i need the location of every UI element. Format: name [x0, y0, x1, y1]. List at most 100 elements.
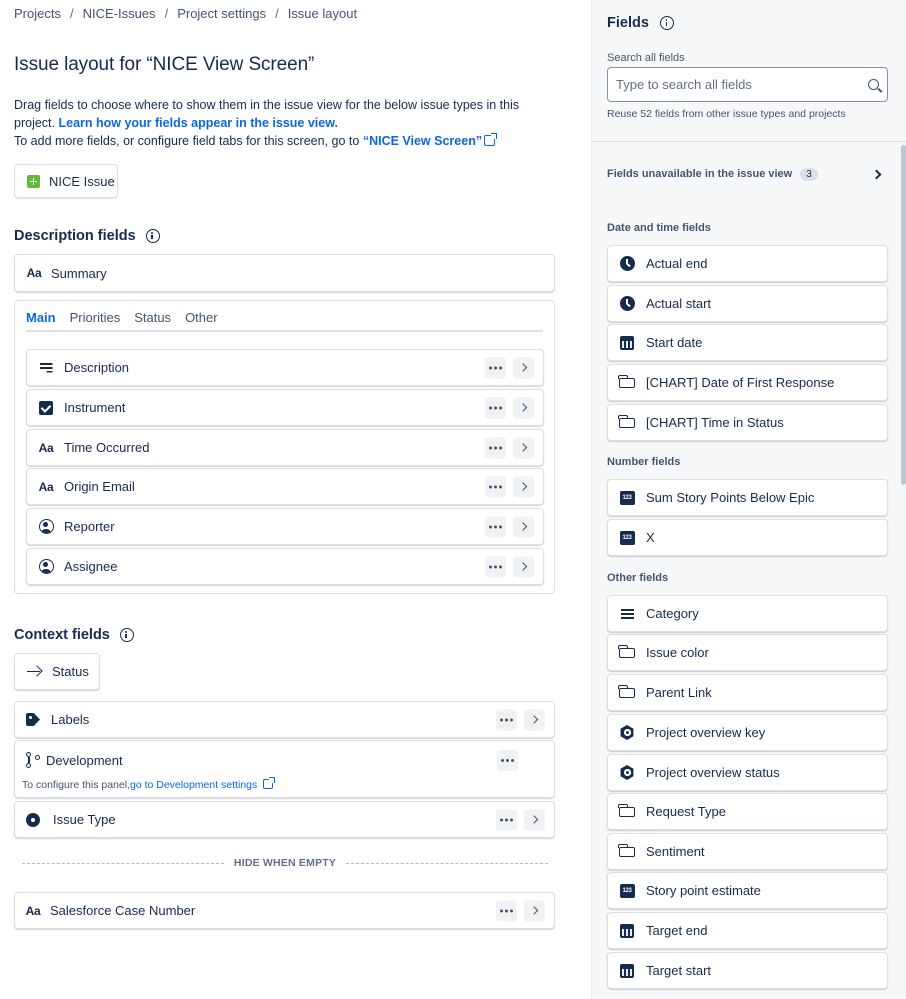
expand-button[interactable]	[524, 709, 545, 730]
divider	[592, 141, 906, 142]
clock-icon	[619, 256, 635, 272]
field-item-label: Project overview key	[646, 725, 766, 740]
field-item-label: Target start	[646, 963, 712, 978]
tag-icon	[25, 712, 41, 728]
more-actions-button[interactable]	[485, 476, 506, 497]
learn-more-link[interactable]: Learn how your fields appear in the issu…	[58, 116, 337, 130]
field-row-instrument[interactable]: Instrument	[26, 389, 544, 426]
tab-divider	[26, 330, 543, 332]
field-box-icon	[618, 803, 635, 820]
description-fields-title: Description fields	[14, 228, 136, 244]
field-actions	[496, 709, 545, 730]
hexagon-icon	[619, 765, 635, 781]
field-actions	[496, 809, 545, 830]
field-item[interactable]: 123 X	[607, 519, 888, 556]
unavailable-fields-toggle[interactable]: Fields unavailable in the issue view 3	[607, 164, 882, 184]
more-actions-button[interactable]	[497, 750, 518, 771]
expand-button[interactable]	[513, 516, 534, 537]
search-icon[interactable]	[868, 79, 879, 90]
more-actions-button[interactable]	[496, 900, 517, 921]
field-item[interactable]: Start date	[607, 324, 888, 361]
info-icon[interactable]	[659, 16, 674, 30]
screen-link[interactable]: “NICE View Screen”	[363, 134, 482, 148]
field-item-label: Actual start	[646, 296, 712, 311]
number-icon: 123	[619, 883, 635, 899]
field-item[interactable]: Target end	[607, 912, 888, 949]
field-item-label: Project overview status	[646, 765, 780, 780]
field-item[interactable]: Actual end	[607, 245, 888, 282]
field-item[interactable]: Request Type	[607, 793, 888, 830]
more-actions-button[interactable]	[485, 516, 506, 537]
reuse-fields-hint: Reuse 52 fields from other issue types a…	[607, 108, 846, 120]
expand-button[interactable]	[513, 437, 534, 458]
development-note-text: To configure this panel,	[22, 779, 130, 791]
field-item-label: Sum Story Points Below Epic	[646, 490, 815, 505]
list-icon	[619, 606, 635, 622]
field-item[interactable]: [CHART] Date of First Response	[607, 364, 888, 401]
group-heading-other: Other fields	[607, 572, 669, 584]
field-item[interactable]: Category	[607, 595, 888, 632]
field-row-description[interactable]: Description	[26, 349, 544, 386]
calendar-icon	[619, 335, 635, 351]
field-row-assignee[interactable]: Assignee	[26, 548, 544, 585]
development-settings-link[interactable]: go to Development settings	[130, 779, 257, 791]
breadcrumb-separator: /	[164, 6, 169, 21]
search-input[interactable]	[616, 77, 868, 92]
more-actions-button[interactable]	[485, 437, 506, 458]
field-label: Assignee	[64, 559, 118, 574]
info-icon[interactable]	[119, 628, 134, 642]
more-actions-button[interactable]	[485, 397, 506, 418]
more-actions-button[interactable]	[485, 357, 506, 378]
field-item[interactable]: Project overview key	[607, 714, 888, 751]
expand-button[interactable]	[524, 809, 545, 830]
checkbox-icon	[38, 400, 54, 416]
field-item[interactable]: [CHART] Time in Status	[607, 404, 888, 441]
issue-type-button[interactable]: NICE Issue	[14, 164, 118, 198]
field-row-salesforce-case-number[interactable]: Aa Salesforce Case Number	[14, 892, 555, 929]
field-row-reporter[interactable]: Reporter	[26, 508, 544, 545]
expand-button[interactable]	[524, 900, 545, 921]
field-item[interactable]: Target start	[607, 952, 888, 989]
scrollbar[interactable]	[901, 145, 906, 485]
field-actions	[496, 900, 545, 921]
tab-main[interactable]: Main	[26, 310, 56, 332]
expand-button[interactable]	[513, 397, 534, 418]
search-box[interactable]	[607, 67, 888, 102]
more-actions-button[interactable]	[496, 709, 517, 730]
tab-priorities[interactable]: Priorities	[70, 310, 121, 325]
field-row-time-occurred[interactable]: Aa Time Occurred	[26, 429, 544, 466]
field-item[interactable]: Project overview status	[607, 754, 888, 791]
breadcrumb-projects[interactable]: Projects	[14, 6, 61, 21]
number-icon: 123	[619, 530, 635, 546]
field-row-labels[interactable]: Labels	[14, 701, 555, 738]
more-actions-button[interactable]	[496, 809, 517, 830]
group-heading-number: Number fields	[607, 456, 681, 468]
breadcrumb-separator: /	[69, 6, 74, 21]
hexagon-icon	[619, 725, 635, 741]
breadcrumb-project[interactable]: NICE-Issues	[83, 6, 156, 21]
field-row-origin-email[interactable]: Aa Origin Email	[26, 468, 544, 505]
field-item[interactable]: 123 Sum Story Points Below Epic	[607, 479, 888, 516]
expand-button[interactable]	[513, 556, 534, 577]
field-item-label: Issue color	[646, 645, 709, 660]
field-item[interactable]: Parent Link	[607, 674, 888, 711]
summary-field[interactable]: Aa Summary	[14, 254, 555, 292]
more-actions-button[interactable]	[485, 556, 506, 577]
tab-status[interactable]: Status	[134, 310, 171, 325]
field-item-label: Parent Link	[646, 685, 712, 700]
field-box-icon	[618, 843, 635, 860]
status-field[interactable]: Status	[14, 653, 100, 690]
field-row-issue-type[interactable]: Issue Type	[14, 801, 555, 838]
circle-dot-icon	[25, 812, 41, 828]
development-panel[interactable]: Development To configure this panel,go t…	[14, 740, 555, 798]
tab-other[interactable]: Other	[185, 310, 218, 325]
expand-button[interactable]	[513, 357, 534, 378]
field-item-label: Target end	[646, 923, 708, 938]
info-icon[interactable]	[145, 229, 160, 243]
field-item[interactable]: 123 Story point estimate	[607, 872, 888, 909]
field-item[interactable]: Actual start	[607, 285, 888, 322]
field-item[interactable]: Issue color	[607, 634, 888, 671]
expand-button[interactable]	[513, 476, 534, 497]
breadcrumb-project-settings[interactable]: Project settings	[177, 6, 266, 21]
field-item[interactable]: Sentiment	[607, 833, 888, 870]
